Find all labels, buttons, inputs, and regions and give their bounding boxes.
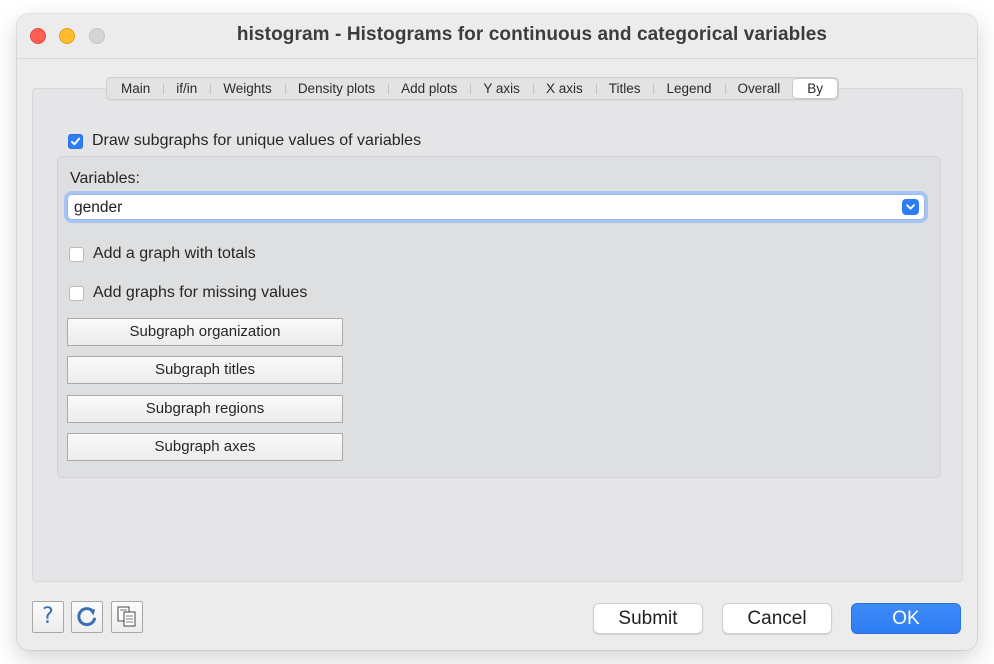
subgraph-axes-button[interactable]: Subgraph axes — [67, 433, 343, 461]
tab-weights[interactable]: Weights — [210, 79, 285, 98]
tab-if-in[interactable]: if/in — [163, 79, 210, 98]
tab-legend[interactable]: Legend — [653, 79, 724, 98]
cancel-button[interactable]: Cancel — [722, 603, 832, 634]
add-totals-checkbox[interactable] — [69, 247, 84, 262]
help-button[interactable]: ? — [32, 601, 64, 633]
title-bar: histogram - Histograms for continuous an… — [17, 14, 977, 59]
draw-subgraphs-label[interactable]: Draw subgraphs for unique values of vari… — [92, 132, 421, 150]
tab-overall[interactable]: Overall — [724, 79, 794, 98]
copy-command-button[interactable] — [111, 601, 143, 633]
add-missing-checkbox[interactable] — [69, 286, 84, 301]
tab-add-plots[interactable]: Add plots — [388, 79, 470, 98]
chevron-down-icon[interactable] — [902, 199, 919, 215]
draw-subgraphs-checkbox[interactable] — [68, 134, 83, 149]
copy-icon — [117, 606, 136, 627]
close-window-button[interactable] — [30, 28, 46, 44]
checkmark-icon — [71, 137, 81, 146]
subgraph-regions-button[interactable]: Subgraph regions — [67, 395, 343, 423]
minimize-window-button[interactable] — [59, 28, 75, 44]
tab-y-axis[interactable]: Y axis — [470, 79, 533, 98]
subgraph-titles-button[interactable]: Subgraph titles — [67, 356, 343, 384]
tab-main[interactable]: Main — [108, 79, 163, 98]
submit-button[interactable]: Submit — [593, 603, 703, 634]
help-icon: ? — [42, 604, 54, 629]
tab-by[interactable]: By — [793, 79, 838, 98]
add-missing-label[interactable]: Add graphs for missing values — [93, 284, 307, 302]
window-title: histogram - Histograms for continuous an… — [236, 24, 828, 45]
variables-value[interactable]: gender — [74, 199, 122, 217]
reset-button[interactable] — [71, 601, 103, 633]
tab-bar: Main if/in Weights Density plots Add plo… — [106, 77, 840, 100]
tab-density-plots[interactable]: Density plots — [284, 79, 388, 98]
variables-select[interactable]: gender — [67, 194, 925, 220]
dropdown-arrow-icon — [906, 204, 915, 210]
reset-icon — [77, 607, 96, 627]
ok-button[interactable]: OK — [851, 603, 961, 634]
dialog-window: histogram - Histograms for continuous an… — [17, 14, 977, 650]
subgraph-organization-button[interactable]: Subgraph organization — [67, 318, 343, 346]
tab-x-axis[interactable]: X axis — [532, 79, 596, 98]
add-totals-label[interactable]: Add a graph with totals — [93, 245, 256, 263]
zoom-window-button — [89, 28, 105, 44]
tab-titles[interactable]: Titles — [595, 79, 654, 98]
variables-label: Variables: — [70, 170, 140, 187]
